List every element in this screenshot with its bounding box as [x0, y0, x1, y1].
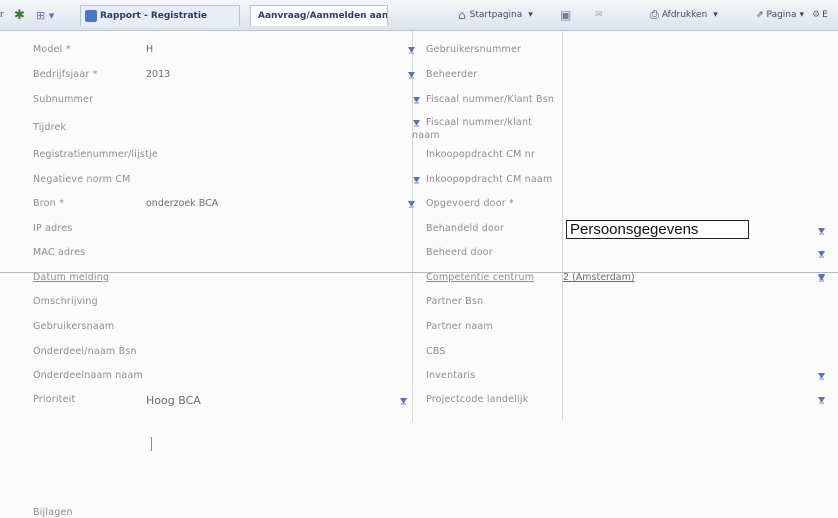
chevron-down-icon: ▾	[528, 10, 533, 20]
onderdeel-bsn-label: Onderdeel/naam Bsn	[33, 346, 137, 357]
ipadres-label: IP adres	[33, 223, 73, 234]
opgevoerd-field[interactable]: Persoonsgegevens	[566, 220, 749, 239]
fiscaal-nummer-dropdown-icon[interactable]	[413, 97, 420, 106]
gebruikersnaam-label: Gebruikersnaam	[33, 321, 115, 332]
opgevoerd-dropdown-icon[interactable]	[818, 228, 825, 237]
omschrijving-label: Omschrijving	[33, 296, 98, 307]
datum-label: Datum melding	[33, 272, 110, 283]
mail-icon[interactable]: ✉	[595, 6, 603, 24]
chevron-down-icon: ▾	[799, 10, 805, 20]
bedrijfsjaar-dropdown-icon[interactable]	[408, 72, 415, 81]
inkoop-naam-label: Inkoopopdracht CM naam	[426, 174, 553, 185]
gear-icon: ⚙	[812, 10, 821, 20]
competentie-label: Competentie centrum	[426, 272, 535, 283]
tijdrek-label: Tijdrek	[33, 122, 67, 133]
inkoop-naam-dropdown-icon[interactable]	[413, 177, 420, 186]
opgevoerd-label: Opgevoerd door *	[426, 198, 514, 209]
feeds-icon[interactable]: ▣	[560, 6, 571, 24]
print-label: Afdrukken	[661, 10, 708, 20]
registratienummer-label: Registratienummer/lijstje	[33, 149, 158, 160]
prioriteit-label: Prioriteit	[33, 394, 76, 405]
model-value[interactable]: H	[146, 44, 153, 55]
bron-dropdown-icon[interactable]	[408, 201, 415, 210]
tab-label: Rapport - Registratie	[100, 11, 208, 21]
beheerd-label: Beheerd door	[426, 247, 493, 258]
fiscaal-naam-label-line2: naam	[412, 130, 440, 141]
model-dropdown-icon[interactable]	[408, 47, 415, 56]
fiscaal-naam-label: Fiscaal nummer/klant	[426, 117, 533, 128]
print-icon: ⎙	[650, 8, 659, 21]
bedrijfsjaar-label: Bedrijfsjaar *	[33, 69, 98, 80]
model-label: Model *	[33, 44, 71, 55]
beheerder-label: Beheerder	[426, 69, 478, 80]
behandeld-dropdown-icon[interactable]	[818, 251, 825, 260]
extra-label: E	[822, 10, 828, 20]
page-menu-button[interactable]: ⇗ Pagina ▾	[756, 6, 804, 24]
tab-label: Aanvraag/Aanmelden aan... ×	[258, 11, 388, 21]
inventaris-label: Inventaris	[426, 370, 476, 381]
tab-list-icon[interactable]: ⊞ ▾	[36, 6, 54, 24]
bijlagen-label: Bijlagen	[33, 507, 73, 518]
registration-form: Model * H Bedrijfsjaar * 2013 Subnummer …	[0, 31, 838, 518]
bron-label: Bron *	[33, 198, 65, 209]
negatief-label: Negatieve norm CM	[33, 174, 131, 185]
home-label: Startpagina	[469, 10, 523, 20]
projectcode-label: Projectcode landelijk	[426, 394, 529, 405]
competentie-value[interactable]: 2 (Amsterdam)	[563, 272, 635, 283]
subnummer-label: Subnummer	[33, 94, 94, 105]
behandeld-label: Behandeld door	[426, 223, 505, 234]
toolbar-edge: r	[0, 10, 4, 20]
favorites-star-icon[interactable]: ✱	[14, 6, 25, 24]
page-icon	[85, 10, 97, 22]
column-divider	[412, 31, 413, 421]
chevron-down-icon: ▾	[713, 10, 718, 20]
inventaris-dropdown-icon[interactable]	[818, 373, 825, 382]
bron-value[interactable]: onderzoek BCA	[146, 198, 218, 209]
browser-toolbar: r ✱ ⊞ ▾ Rapport - Registratie Aanvraag/A…	[0, 0, 838, 31]
home-icon: ⌂	[458, 8, 466, 22]
gebruikersnummer-label: Gebruikersnummer	[426, 44, 522, 55]
extra-button[interactable]: ⚙ E	[812, 6, 828, 24]
page-icon: ⇗	[756, 10, 764, 20]
text-cursor	[151, 437, 152, 451]
fiscaal-naam-dropdown-icon[interactable]	[413, 120, 420, 129]
opgevoerd-value: Persoonsgegevens	[570, 221, 699, 238]
competentie-dropdown-icon[interactable]	[818, 275, 825, 284]
partner-naam-label: Partner naam	[426, 321, 493, 332]
print-button[interactable]: ⎙ Afdrukken ▾	[650, 6, 718, 24]
cbs-label: CBS	[426, 346, 446, 357]
prioriteit-value[interactable]: Hoog BCA	[146, 394, 201, 407]
home-button[interactable]: ⌂ Startpagina ▾	[458, 6, 533, 24]
onderdeel-naam-label: Onderdeelnaam naam	[33, 370, 143, 381]
projectcode-dropdown-icon[interactable]	[818, 397, 825, 406]
row-separator	[0, 272, 838, 273]
tab-aanvraag[interactable]: Aanvraag/Aanmelden aan... ×	[250, 5, 388, 26]
partner-bsn-label: Partner Bsn	[426, 296, 484, 307]
bedrijfsjaar-value[interactable]: 2013	[146, 69, 170, 80]
tab-rapport-registratie[interactable]: Rapport - Registratie	[80, 5, 240, 26]
column-divider	[562, 31, 563, 421]
prioriteit-dropdown-icon[interactable]	[400, 398, 407, 407]
fiscaal-nummer-label: Fiscaal nummer/Klant Bsn	[426, 94, 555, 105]
page-label: Pagina	[766, 10, 797, 20]
inkoop-cm-label: Inkoopopdracht CM nr	[426, 149, 536, 160]
macadres-label: MAC adres	[33, 247, 86, 258]
